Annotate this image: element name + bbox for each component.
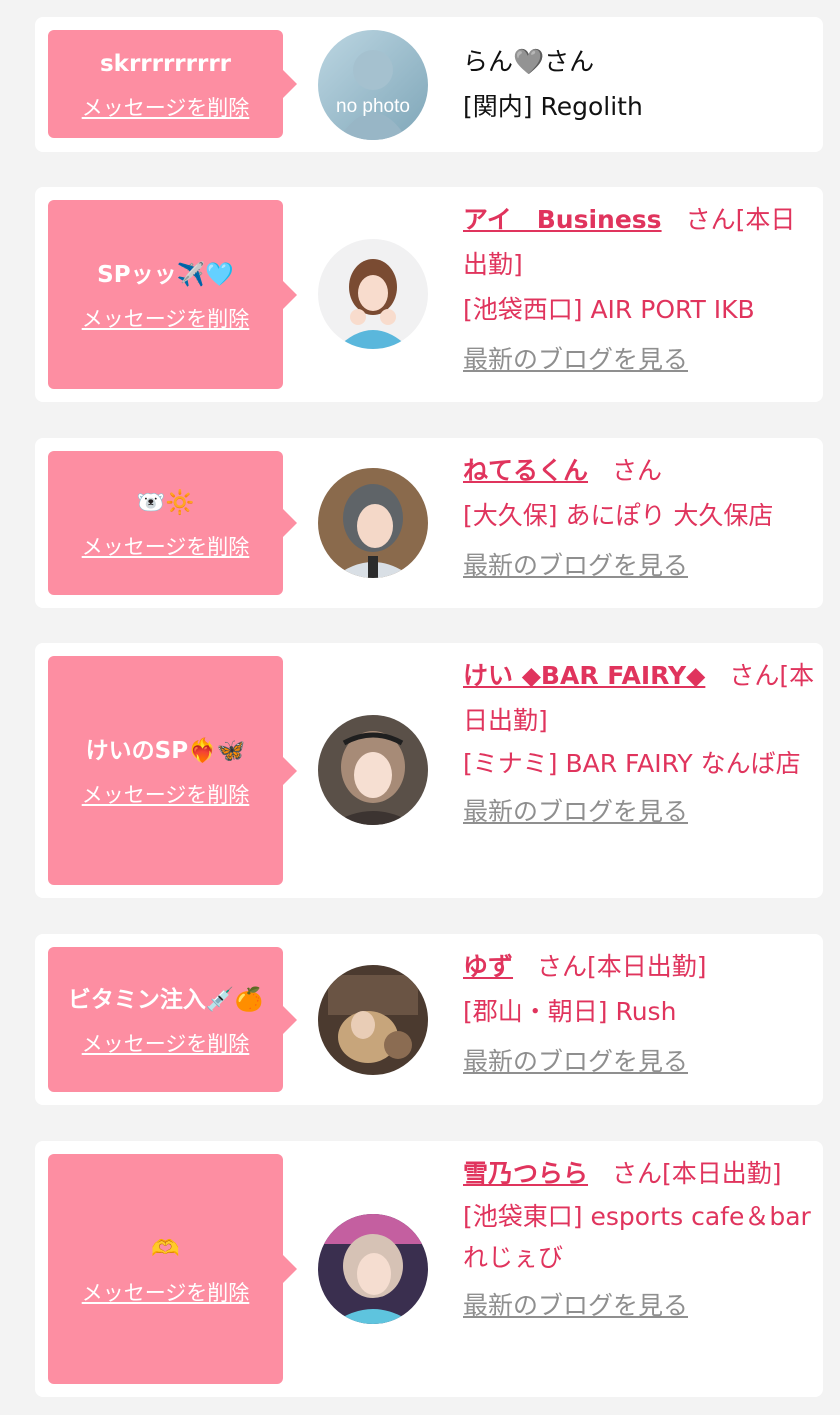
profile-name-link[interactable]: 雪乃つらら (463, 1159, 588, 1188)
avatar[interactable] (318, 965, 428, 1075)
san-suffix: さん[本日出勤] (537, 952, 707, 981)
profile-info: ゆず さん[本日出勤] [郡山・朝日] Rush 最新のブログを見る (463, 944, 815, 1084)
shop-area: [郡山・朝日] Rush (463, 997, 677, 1026)
san-suffix: さん[本日出勤] (612, 1159, 782, 1188)
profile-info: アイ Business さん[本日出勤] [池袋西口] AIR PORT IKB … (463, 197, 815, 382)
profile-info: ねてるくん さん [大久保] あにぽり 大久保店 最新のブログを見る (463, 448, 815, 588)
favorite-card: 🐻‍❄️🔆 メッセージを削除 ねてるくん さん [大久保] あにぽり 大久保店 最… (35, 438, 823, 608)
profile-name-link[interactable]: ねてるくん (463, 456, 588, 485)
delete-message-link[interactable]: メッセージを削除 (82, 779, 250, 809)
favorite-card: ビタミン注入💉🍊 メッセージを削除 ゆず さん[本日出勤] [郡山・朝日] Rus… (35, 934, 823, 1105)
message-text: けいのSP❤️‍🔥🦋 (85, 737, 246, 764)
name-line: アイ Business さん[本日出勤] (463, 197, 815, 287)
avatar[interactable] (318, 715, 428, 825)
name-line: ゆず さん[本日出勤] (463, 944, 815, 989)
shop-area: [池袋西口] AIR PORT IKB (463, 295, 755, 324)
message-text: SPッッ✈️🩵 (97, 261, 234, 288)
shop-area: [ミナミ] BAR FAIRY なんば店 (463, 749, 801, 778)
shop-area: [大久保] あにぽり 大久保店 (463, 501, 774, 530)
avatar[interactable] (318, 468, 428, 578)
favorite-card: SPッッ✈️🩵 メッセージを削除 アイ Business さん[本日出勤] [池袋… (35, 187, 823, 402)
delete-message-link[interactable]: メッセージを削除 (82, 303, 250, 333)
favorites-message-list: skrrrrrrrrr メッセージを削除 no photo らん🩶さん [関内]… (0, 0, 840, 1415)
avatar[interactable]: no photo (318, 30, 428, 140)
name-line: 雪乃つらら さん[本日出勤] (463, 1151, 815, 1196)
shop-area: [関内] Regolith (463, 92, 643, 121)
no-photo-label: no photo (336, 96, 410, 117)
san-suffix: さん (612, 456, 663, 485)
message-text: ビタミン注入💉🍊 (67, 986, 264, 1013)
latest-blog-link[interactable]: 最新のブログを見る (463, 337, 688, 382)
profile-info: 雪乃つらら さん[本日出勤] [池袋東口] esports cafe＆bar れじ… (463, 1151, 815, 1328)
latest-blog-link[interactable]: 最新のブログを見る (463, 543, 688, 588)
delete-message-link[interactable]: メッセージを削除 (82, 92, 250, 122)
name-line: ねてるくん さん (463, 448, 815, 493)
message-bubble: SPッッ✈️🩵 メッセージを削除 (48, 200, 297, 389)
message-text: 🐻‍❄️🔆 (136, 490, 195, 516)
latest-blog-link[interactable]: 最新のブログを見る (463, 789, 688, 834)
message-bubble: ビタミン注入💉🍊 メッセージを削除 (48, 947, 297, 1092)
delete-message-link[interactable]: メッセージを削除 (82, 531, 250, 561)
favorite-card: skrrrrrrrrr メッセージを削除 no photo らん🩶さん [関内]… (35, 17, 823, 152)
latest-blog-link[interactable]: 最新のブログを見る (463, 1039, 688, 1084)
favorite-card: 🫶 メッセージを削除 雪乃つらら さん[本日出勤] [池袋東口] esports … (35, 1141, 823, 1397)
delete-message-link[interactable]: メッセージを削除 (82, 1028, 250, 1058)
profile-name-link[interactable]: アイ Business (463, 205, 662, 234)
profile-name-link[interactable]: けい ◆BAR FAIRY◆ (463, 661, 705, 690)
profile-info: けい ◆BAR FAIRY◆ さん[本日出勤] [ミナミ] BAR FAIRY な… (463, 653, 815, 834)
message-bubble: けいのSP❤️‍🔥🦋 メッセージを削除 (48, 656, 297, 885)
profile-name-link[interactable]: ゆず (463, 952, 513, 981)
message-bubble: 🐻‍❄️🔆 メッセージを削除 (48, 451, 297, 595)
message-bubble: 🫶 メッセージを削除 (48, 1154, 297, 1384)
message-text: 🫶 (151, 1236, 180, 1262)
delete-message-link[interactable]: メッセージを削除 (82, 1277, 250, 1307)
avatar[interactable] (318, 1214, 428, 1324)
message-bubble: skrrrrrrrrr メッセージを削除 (48, 30, 297, 138)
latest-blog-link[interactable]: 最新のブログを見る (463, 1283, 688, 1328)
profile-info: らん🩶さん [関内] Regolith (463, 39, 815, 129)
name-line: けい ◆BAR FAIRY◆ さん[本日出勤] (463, 653, 815, 743)
avatar[interactable] (318, 239, 428, 349)
shop-area: [池袋東口] esports cafe＆bar れじぇび (463, 1202, 811, 1272)
favorite-card: けいのSP❤️‍🔥🦋 メッセージを削除 けい ◆BAR FAIRY◆ さん[本日出… (35, 643, 823, 898)
profile-name: らん🩶さん (463, 47, 595, 76)
message-text: skrrrrrrrrr (99, 51, 232, 77)
